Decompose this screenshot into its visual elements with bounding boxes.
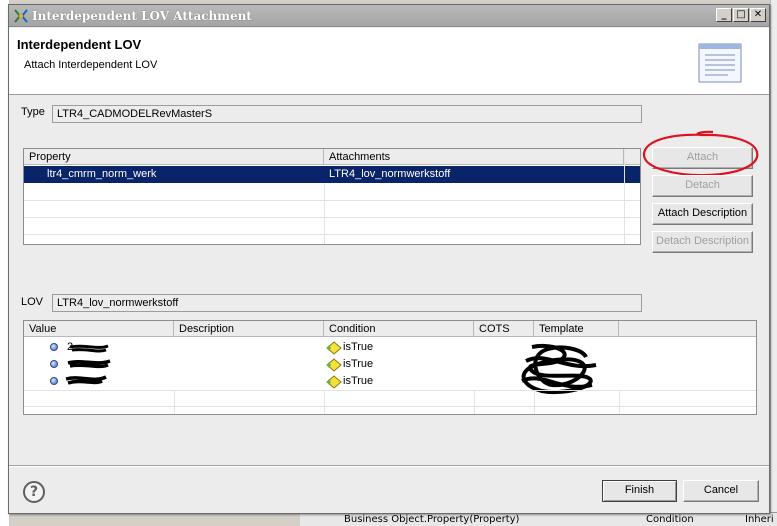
annotation-circle <box>642 130 759 177</box>
lov-label: LOV <box>21 296 44 308</box>
background-column-inherit: Inheri <box>745 514 774 525</box>
header-title: Interdependent LOV <box>17 37 142 52</box>
column-header-value[interactable]: Value <box>24 321 174 337</box>
column-header-attachments[interactable]: Attachments <box>324 149 624 165</box>
condition-cell: isTrue <box>343 341 374 353</box>
background-column-text: Business Object.Property(Property) <box>344 514 520 525</box>
column-header-template[interactable]: Template <box>534 321 619 337</box>
lov-values-table: Value Description Condition COTS Templat… <box>23 320 757 415</box>
property-table: Property Attachments ltr4_cmrm_norm_werk… <box>23 148 641 245</box>
value-node-icon <box>50 360 58 368</box>
minimize-button[interactable]: _ <box>716 8 732 22</box>
table-row[interactable]: 2 isTrue <box>24 339 756 356</box>
table-row[interactable]: isTrue <box>24 356 756 373</box>
table-row[interactable]: isTrue <box>24 373 756 390</box>
column-header-property[interactable]: Property <box>24 149 324 165</box>
background-editor-right <box>770 0 777 526</box>
app-icon <box>14 9 28 23</box>
background-table-strip: Business Object.Property(Property) Condi… <box>300 512 777 526</box>
close-button[interactable]: ✕ <box>750 8 766 22</box>
type-field: LTR4_CADMODELRevMasterS <box>52 105 642 123</box>
value-node-icon <box>50 377 58 385</box>
condition-cell: isTrue <box>343 358 374 370</box>
title-bar[interactable]: Interdependent LOV Attachment _ □ ✕ <box>9 5 769 27</box>
attachment-cell: LTR4_lov_normwerkstoff <box>329 168 451 180</box>
dialog-header: Interdependent LOV Attach Interdependent… <box>9 28 769 95</box>
wizard-banner-icon <box>698 43 742 83</box>
property-cell: ltr4_cmrm_norm_werk <box>47 168 157 180</box>
value-node-icon <box>50 343 58 351</box>
column-header-condition[interactable]: Condition <box>324 321 474 337</box>
header-subtitle: Attach Interdependent LOV <box>24 59 158 71</box>
attach-description-button[interactable]: Attach Description <box>652 203 753 225</box>
redaction-scribble <box>65 344 111 385</box>
window-title: Interdependent LOV Attachment <box>32 9 252 23</box>
type-label: Type <box>21 106 45 118</box>
lov-field: LTR4_lov_normwerkstoff <box>52 294 642 312</box>
column-header-cots[interactable]: COTS <box>474 321 534 337</box>
background-column-condition: Condition <box>646 514 694 525</box>
detach-description-button[interactable]: Detach Description <box>652 231 753 253</box>
lov-table-header: Value Description Condition COTS Templat… <box>24 321 756 337</box>
finish-button[interactable]: Finish <box>602 480 677 502</box>
footer-separator <box>9 465 769 467</box>
column-header-description[interactable]: Description <box>174 321 324 337</box>
help-icon[interactable]: ? <box>23 481 45 503</box>
property-table-header: Property Attachments <box>24 149 640 165</box>
detach-button[interactable]: Detach <box>652 175 753 197</box>
maximize-button[interactable]: □ <box>733 8 749 22</box>
interdependent-lov-dialog: Interdependent LOV Attachment _ □ ✕ Inte… <box>8 4 770 514</box>
table-row[interactable]: ltr4_cmrm_norm_werk LTR4_lov_normwerksto… <box>24 166 640 183</box>
cancel-button[interactable]: Cancel <box>683 480 759 502</box>
condition-cell: isTrue <box>343 375 374 387</box>
